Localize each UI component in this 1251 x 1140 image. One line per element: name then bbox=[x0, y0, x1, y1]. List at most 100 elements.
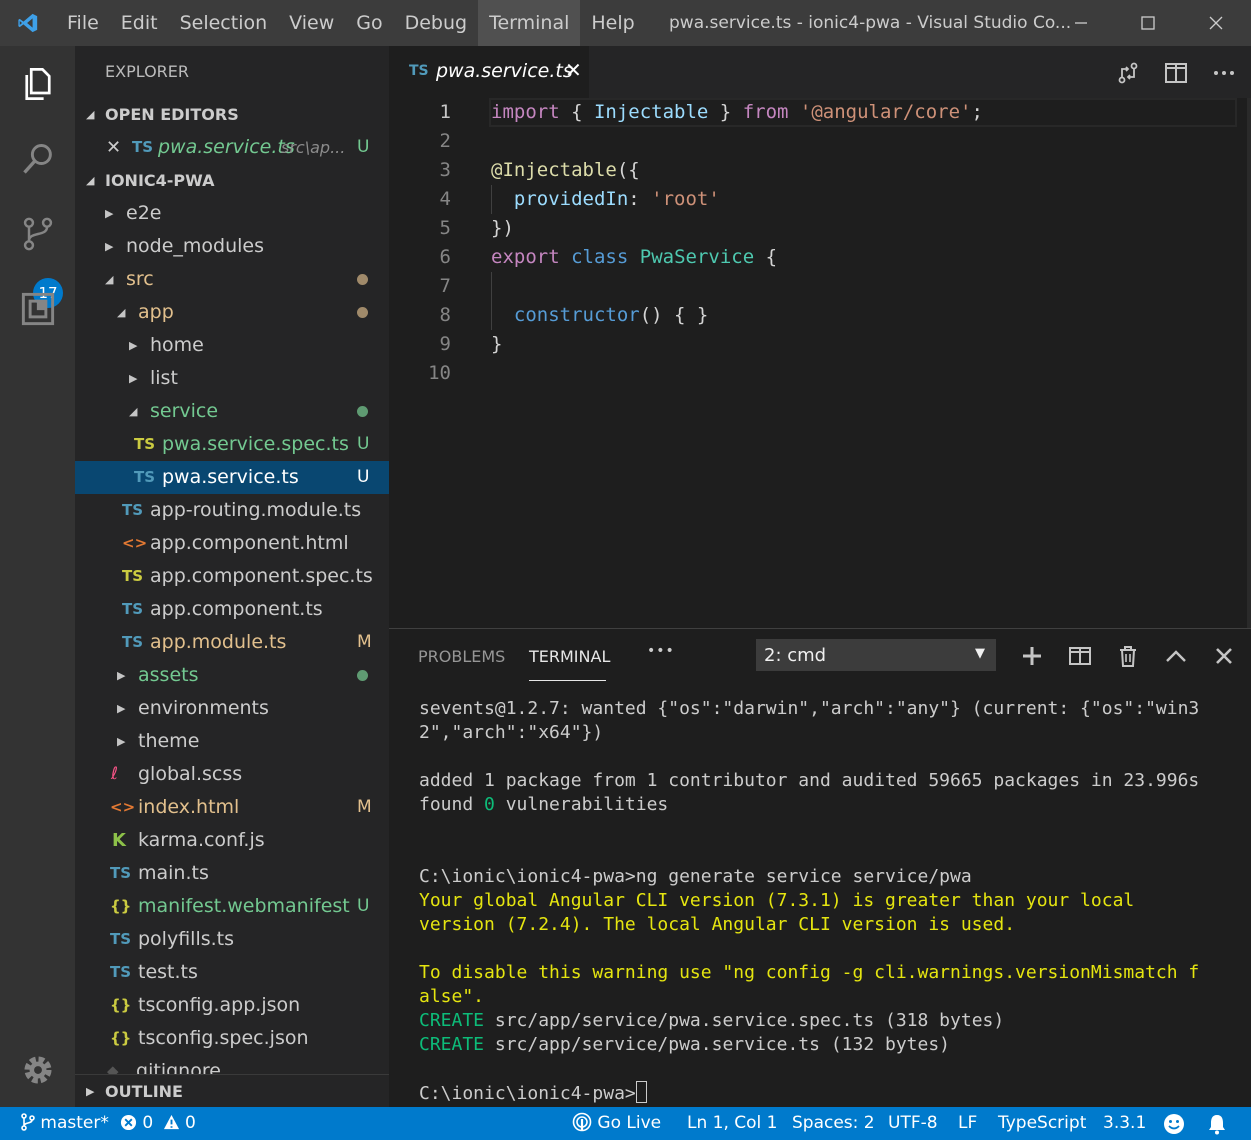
chevron-down-icon: ◢ bbox=[105, 273, 114, 286]
menu-bar: File Edit Selection View Go Debug Termin… bbox=[56, 0, 646, 46]
tree-file-manifest[interactable]: {} manifest.webmanifest U bbox=[75, 890, 389, 923]
tree-file-tsconfig-spec[interactable]: {} tsconfig.spec.json bbox=[75, 1022, 389, 1055]
close-panel-button[interactable] bbox=[1209, 641, 1239, 671]
problems-status[interactable]: 0 0 bbox=[120, 1107, 196, 1140]
menu-go[interactable]: Go bbox=[345, 0, 393, 46]
tree-folder-list[interactable]: ▶ list bbox=[75, 362, 389, 395]
editor-scrollbar[interactable] bbox=[1247, 98, 1251, 628]
tree-item-label: manifest.webmanifest bbox=[138, 895, 350, 917]
json-icon: {} bbox=[110, 1029, 132, 1047]
open-editors-header[interactable]: ◢ OPEN EDITORS bbox=[75, 98, 389, 131]
tree-file-index-html[interactable]: <> index.html M bbox=[75, 791, 389, 824]
code-token: PwaService bbox=[639, 246, 755, 268]
maximize-button[interactable] bbox=[1114, 0, 1182, 46]
maximize-panel-button[interactable] bbox=[1161, 641, 1191, 671]
tree-folder-src[interactable]: ◢ src bbox=[75, 263, 389, 296]
manage-button[interactable] bbox=[0, 1032, 75, 1107]
encoding[interactable]: UTF-8 bbox=[888, 1107, 938, 1140]
panel-more-button[interactable]: ••• bbox=[647, 643, 675, 659]
tree-item-label: service bbox=[150, 400, 219, 422]
menu-debug[interactable]: Debug bbox=[394, 0, 478, 46]
typescript-icon: TS bbox=[409, 63, 429, 79]
chevron-down-icon: ▼ bbox=[975, 646, 985, 661]
tree-folder-theme[interactable]: ▶ theme bbox=[75, 725, 389, 758]
line-number: 6 bbox=[439, 246, 451, 268]
new-terminal-button[interactable] bbox=[1017, 641, 1047, 671]
search-button[interactable] bbox=[0, 121, 75, 196]
trash-icon bbox=[1120, 646, 1136, 667]
terminal-select[interactable]: 2: cmd ▼ bbox=[756, 639, 996, 671]
tree-folder-app[interactable]: ◢ app bbox=[75, 296, 389, 329]
go-live-button[interactable]: Go Live bbox=[572, 1107, 661, 1140]
code-token: () { } bbox=[639, 304, 709, 326]
git-status-untracked: U bbox=[357, 137, 370, 157]
untracked-dot-icon bbox=[357, 406, 368, 417]
close-tab-icon[interactable]: ✕ bbox=[565, 58, 582, 82]
tree-file-polyfills[interactable]: TS polyfills.ts bbox=[75, 923, 389, 956]
kill-terminal-button[interactable] bbox=[1113, 641, 1143, 671]
typescript-version[interactable]: 3.3.1 bbox=[1103, 1107, 1146, 1140]
tree-file-app-routing[interactable]: TS app-routing.module.ts bbox=[75, 494, 389, 527]
tree-file-test-ts[interactable]: TS test.ts bbox=[75, 956, 389, 989]
menu-edit[interactable]: Edit bbox=[110, 0, 169, 46]
project-header[interactable]: ◢ IONIC4-PWA bbox=[75, 164, 389, 197]
extensions-icon bbox=[21, 292, 54, 325]
cursor-position[interactable]: Ln 1, Col 1 bbox=[687, 1107, 778, 1140]
tree-folder-e2e[interactable]: ▶ e2e bbox=[75, 197, 389, 230]
feedback-button[interactable] bbox=[1163, 1113, 1185, 1135]
source-control-icon bbox=[23, 217, 52, 250]
split-editor-button[interactable] bbox=[1161, 58, 1191, 88]
menu-file[interactable]: File bbox=[56, 0, 110, 46]
tree-folder-assets[interactable]: ▶ assets bbox=[75, 659, 389, 692]
tree-file-app-component-spec[interactable]: TS app.component.spec.ts bbox=[75, 560, 389, 593]
extensions-button[interactable] bbox=[0, 271, 75, 346]
tree-file-pwa-service[interactable]: TS pwa.service.ts U bbox=[75, 461, 389, 494]
notifications-button[interactable] bbox=[1207, 1113, 1227, 1135]
html-icon: <> bbox=[122, 534, 148, 552]
split-terminal-button[interactable] bbox=[1065, 641, 1095, 671]
menu-terminal[interactable]: Terminal bbox=[478, 0, 581, 46]
minimize-button[interactable] bbox=[1047, 0, 1115, 46]
code-token: providedIn bbox=[513, 188, 629, 210]
code-token: { bbox=[559, 101, 594, 123]
tree-folder-home[interactable]: ▶ home bbox=[75, 329, 389, 362]
tree-file-app-module[interactable]: TS app.module.ts M bbox=[75, 626, 389, 659]
tree-file-tsconfig-app[interactable]: {} tsconfig.app.json bbox=[75, 989, 389, 1022]
code-editor[interactable]: 1 2 3 4 5 6 7 8 9 10 import { Injectable… bbox=[389, 98, 1251, 628]
editor-tab-pwa-service[interactable]: TS pwa.service.ts ✕ bbox=[389, 46, 589, 98]
open-editor-item[interactable]: ✕ TS pwa.service.ts src\ap... U bbox=[75, 131, 389, 164]
language-mode[interactable]: TypeScript bbox=[998, 1107, 1086, 1140]
tree-file-global-scss[interactable]: ℓ global.scss bbox=[75, 758, 389, 791]
line-number: 3 bbox=[439, 159, 451, 181]
explorer-button[interactable] bbox=[0, 46, 75, 121]
menu-view[interactable]: View bbox=[278, 0, 345, 46]
tree-item-label: index.html bbox=[138, 796, 240, 818]
tree-file-karma-conf[interactable]: K karma.conf.js bbox=[75, 824, 389, 857]
indentation[interactable]: Spaces: 2 bbox=[792, 1107, 875, 1140]
close-window-button[interactable] bbox=[1182, 0, 1250, 46]
close-editor-icon[interactable]: ✕ bbox=[106, 131, 121, 164]
line-ending[interactable]: LF bbox=[958, 1107, 977, 1140]
tree-file-app-component-ts[interactable]: TS app.component.ts bbox=[75, 593, 389, 626]
terminal-select-value: 2: cmd bbox=[764, 645, 827, 666]
outline-header[interactable]: ▶ OUTLINE bbox=[75, 1074, 389, 1107]
open-changes-button[interactable] bbox=[1113, 58, 1143, 88]
more-actions-button[interactable] bbox=[1209, 58, 1239, 88]
tree-file-app-component-html[interactable]: <> app.component.html bbox=[75, 527, 389, 560]
code-token: export bbox=[491, 246, 560, 268]
tree-folder-node-modules[interactable]: ▶ node_modules bbox=[75, 230, 389, 263]
tab-terminal[interactable]: TERMINAL bbox=[529, 647, 610, 666]
minimize-icon bbox=[1075, 22, 1087, 24]
branch-status[interactable]: master* bbox=[21, 1107, 109, 1140]
source-control-button[interactable] bbox=[0, 196, 75, 271]
tree-file-main-ts[interactable]: TS main.ts bbox=[75, 857, 389, 890]
tree-folder-environments[interactable]: ▶ environments bbox=[75, 692, 389, 725]
tree-folder-service[interactable]: ◢ service bbox=[75, 395, 389, 428]
menu-selection[interactable]: Selection bbox=[169, 0, 279, 46]
menu-help[interactable]: Help bbox=[580, 0, 645, 46]
terminal-prompt[interactable]: C:\ionic\ionic4-pwa> bbox=[419, 1081, 647, 1105]
tab-problems[interactable]: PROBLEMS bbox=[418, 647, 505, 666]
tree-file-pwa-service-spec[interactable]: TS pwa.service.spec.ts U bbox=[75, 428, 389, 461]
